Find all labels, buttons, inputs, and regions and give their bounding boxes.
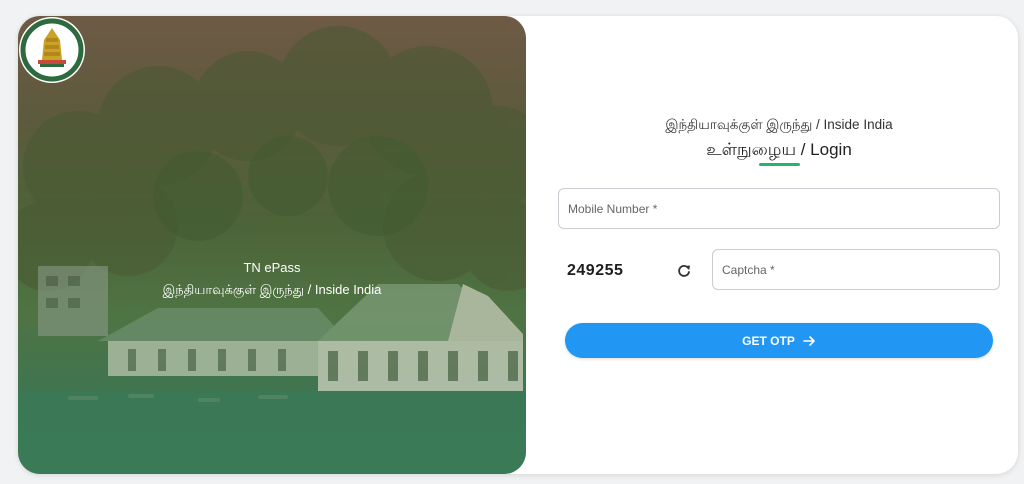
captcha-input[interactable] — [713, 250, 999, 289]
mobile-number-field[interactable] — [558, 188, 1000, 229]
hero-app-title: TN ePass — [243, 260, 301, 275]
captcha-code: 249255 — [567, 262, 624, 279]
heading-underline — [759, 163, 800, 166]
arrow-right-icon — [803, 335, 815, 346]
tamil-nadu-emblem-icon — [19, 17, 85, 83]
refresh-icon[interactable] — [676, 263, 692, 279]
login-subheading: இந்தியாவுக்குள் இருந்து / Inside India — [665, 117, 893, 132]
hero-subtitle: இந்தியாவுக்குள் இருந்து / Inside India — [162, 282, 382, 297]
captcha-field[interactable] — [712, 249, 1000, 290]
hero-panel: TN ePass இந்தியாவுக்குள் இருந்து / Insid… — [18, 16, 526, 474]
get-otp-label: GET OTP — [742, 333, 795, 348]
hero-background-image — [18, 26, 526, 474]
login-heading: உள்நுழைய / Login — [706, 140, 852, 159]
get-otp-button[interactable]: GET OTP — [565, 323, 993, 358]
mobile-number-input[interactable] — [559, 189, 999, 228]
